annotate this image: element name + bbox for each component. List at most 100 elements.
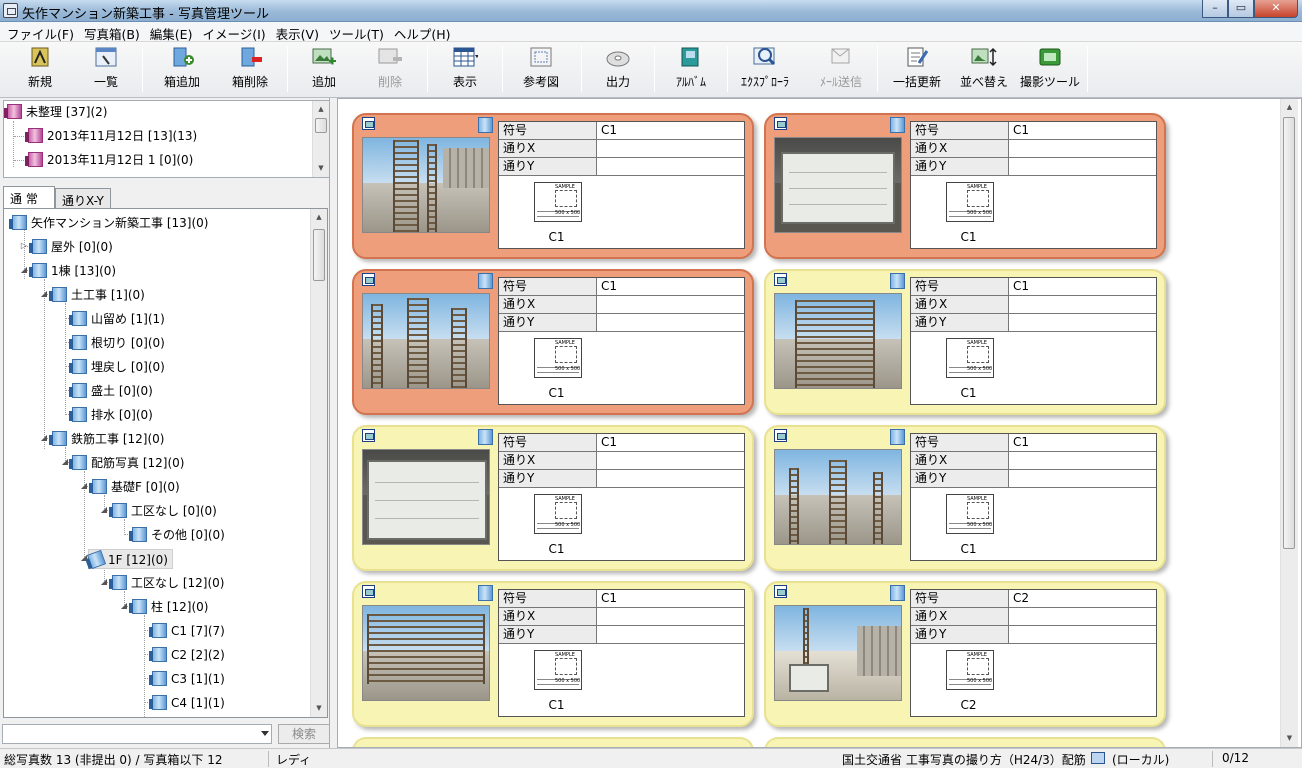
collapse-arrow-icon[interactable]: ◢ — [119, 601, 129, 610]
menu-edit[interactable]: 編集(E) — [145, 22, 198, 42]
menu-view[interactable]: 表示(V) — [271, 22, 324, 42]
tab-grid-xy[interactable]: 通りX-Y — [55, 188, 111, 208]
collapse-arrow-icon[interactable]: ◢ — [39, 289, 49, 298]
photo-card[interactable]: 符号 C1 通りX 通りY SAMPLE 500 x 500 C1 — [764, 269, 1166, 415]
photo-standard: 国土交通省 工事写真の撮り方（H24/3）配筋 — [842, 753, 1086, 767]
view-button[interactable]: 表示 — [442, 46, 488, 94]
output-button[interactable]: 出力 — [596, 46, 640, 94]
photo-card[interactable]: 符号 C2 通りX 通りY SAMPLE 500 x 500 C2 — [764, 581, 1166, 727]
photo-thumbnail[interactable] — [362, 137, 490, 233]
menu-help[interactable]: ヘルプ(H) — [389, 22, 456, 42]
tab-normal[interactable]: 通 常 — [3, 186, 55, 208]
photobox-icon — [890, 585, 905, 601]
photo-thumbnail[interactable] — [362, 293, 490, 389]
tree-node[interactable]: 根切り [0](0) — [69, 333, 165, 353]
tree-node[interactable]: 工区なし [12](0) — [109, 573, 224, 593]
figure-icon[interactable] — [774, 429, 787, 442]
tree-node-project[interactable]: 矢作マンション新築工事 [13](0) — [9, 213, 208, 233]
add-photo-icon — [311, 46, 337, 68]
tree-node[interactable]: C3 [1](1) — [149, 669, 225, 689]
expand-arrow-icon[interactable]: ▷ — [19, 241, 29, 250]
collapse-arrow-icon[interactable]: ◢ — [99, 505, 109, 514]
minimize-button[interactable]: – — [1202, 0, 1228, 18]
explorer-button[interactable]: ｴｸｽﾌﾟﾛｰﾗ — [736, 46, 794, 94]
figure-icon[interactable] — [774, 585, 787, 598]
photo-grid-scrollbar[interactable]: ▲ ▼ — [1280, 99, 1298, 747]
photo-card[interactable]: 符号 C1 通りX 通りY SAMPLE 500 x 500 C1 — [352, 581, 754, 727]
photo-thumbnail[interactable] — [774, 449, 902, 545]
add-box-button[interactable]: 箱追加 — [158, 46, 206, 94]
photo-card[interactable]: 符号 C1 通りX 通りY SAMPLE 500 x 500 C1 — [352, 425, 754, 571]
tree-node[interactable]: C1 [7](7) — [149, 621, 225, 641]
photo-thumbnail[interactable] — [362, 605, 490, 701]
collapse-arrow-icon[interactable]: ◢ — [79, 481, 89, 490]
tree-node[interactable]: C4 [1](1) — [149, 693, 225, 713]
menu-image[interactable]: イメージ(I) — [197, 22, 270, 42]
search-input[interactable] — [2, 724, 272, 744]
photo-info-table: 符号 C1 通りX 通りY SAMPLE 500 x 500 C1 — [498, 121, 745, 249]
tree-node[interactable]: 盛土 [0](0) — [69, 381, 153, 401]
collapse-arrow-icon[interactable]: ◢ — [99, 577, 109, 586]
new-button[interactable]: 新規 — [18, 46, 62, 94]
photo-card[interactable]: 符号 C1 通りX 通りY SAMPLE 500 x 500 C1 — [764, 425, 1166, 571]
tree-node[interactable]: 山留め [1](1) — [69, 309, 165, 329]
photo-card[interactable]: 符号 C1 通りX 通りY SAMPLE 500 x 500 C1 — [352, 269, 754, 415]
album-button[interactable]: ｱﾙﾊﾞﾑ — [668, 46, 714, 94]
bulk-update-button[interactable]: 一括更新 — [890, 46, 944, 94]
figure-icon[interactable] — [774, 117, 787, 130]
photo-card[interactable]: 符号 C1 通りX 通りY SAMPLE 500 x 500 C1 — [352, 113, 754, 259]
mail-send-button[interactable]: ﾒｰﾙ送信 — [813, 46, 869, 94]
figure-icon[interactable] — [362, 429, 375, 442]
figure-icon[interactable] — [362, 117, 375, 130]
photo-card-partial[interactable] — [764, 737, 1166, 747]
sort-button[interactable]: 並べ替え — [956, 46, 1012, 94]
unsorted-root[interactable]: 未整理 [37](2) — [4, 102, 107, 122]
tree-node[interactable]: 配筋写真 [12](0) — [69, 453, 184, 473]
menu-file[interactable]: ファイル(F) — [2, 22, 79, 42]
reference-button[interactable]: 参考図 — [516, 46, 566, 94]
tree-node[interactable]: 柱 [12](0) — [129, 597, 208, 617]
figure-icon[interactable] — [362, 585, 375, 598]
tree-node-selected[interactable]: 1F [12](0) — [86, 549, 173, 570]
tree-scrollbar[interactable]: ▲ ▼ — [310, 209, 327, 717]
column-sketch: SAMPLE 500 x 500 — [534, 182, 582, 222]
photo-caption: C1 — [960, 542, 977, 556]
list-button[interactable]: 一覧 — [84, 46, 128, 94]
close-button[interactable]: ✕ — [1254, 0, 1298, 18]
photo-thumbnail[interactable] — [774, 137, 902, 233]
tree-node[interactable]: 屋外 [0](0) — [29, 237, 113, 257]
search-button[interactable]: 検索 — [278, 724, 330, 744]
photo-thumbnail[interactable] — [362, 449, 490, 545]
menu-photobox[interactable]: 写真箱(B) — [79, 22, 145, 42]
tree-node[interactable]: 工区なし [0](0) — [109, 501, 217, 521]
tree-node[interactable]: 排水 [0](0) — [69, 405, 153, 425]
tree-node[interactable]: その他 [0](0) — [129, 525, 225, 545]
figure-icon[interactable] — [774, 273, 787, 286]
unsorted-item[interactable]: 2013年11月12日 [13](13) — [25, 126, 197, 146]
dropdown-arrow-icon[interactable] — [261, 731, 269, 736]
tree-node[interactable]: 鉄筋工事 [12](0) — [49, 429, 164, 449]
photo-info-table: 符号 C1 通りX 通りY SAMPLE 500 x 500 C1 — [498, 277, 745, 405]
photo-card[interactable]: 符号 C1 通りX 通りY SAMPLE 500 x 500 C1 — [764, 113, 1166, 259]
unsorted-scrollbar[interactable]: ▲ ▼ — [312, 101, 329, 177]
photo-thumbnail[interactable] — [774, 293, 902, 389]
photo-card-partial[interactable] — [352, 737, 754, 747]
figure-icon[interactable] — [362, 273, 375, 286]
photobox-icon — [69, 311, 87, 326]
maximize-button[interactable]: ▭ — [1228, 0, 1254, 18]
menu-tools[interactable]: ツール(T) — [324, 22, 389, 42]
tree-node[interactable]: 1棟 [13](0) — [29, 261, 116, 281]
tree-node[interactable]: 土工事 [1](0) — [49, 285, 145, 305]
delete-box-button[interactable]: 箱削除 — [226, 46, 274, 94]
column-sketch: SAMPLE 500 x 500 — [946, 494, 994, 534]
add-photo-button[interactable]: 追加 — [300, 46, 348, 94]
photo-thumbnail[interactable] — [774, 605, 902, 701]
tree-node[interactable]: C2 [2](2) — [149, 645, 225, 665]
tree-node[interactable]: 埋戻し [0](0) — [69, 357, 165, 377]
collapse-arrow-icon[interactable]: ◢ — [39, 433, 49, 442]
shoot-tool-button[interactable]: 撮影ツール — [1018, 46, 1082, 94]
tree-node[interactable]: 基礎F [0](0) — [89, 477, 180, 497]
delete-photo-button[interactable]: 削除 — [368, 46, 412, 94]
unsorted-item[interactable]: 2013年11月12日 1 [0](0) — [25, 150, 193, 170]
collapse-arrow-icon[interactable]: ◢ — [19, 265, 29, 274]
